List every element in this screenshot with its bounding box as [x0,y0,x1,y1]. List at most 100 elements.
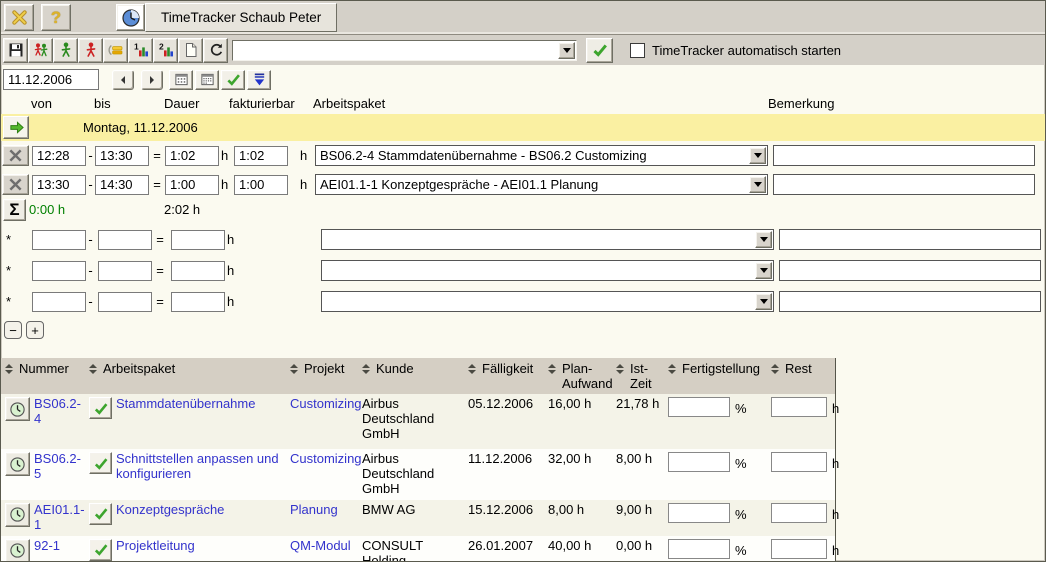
chevron-down-icon[interactable] [558,42,575,59]
prev-day-button[interactable] [112,70,134,90]
expand-day-button[interactable] [247,70,271,90]
dauer-input[interactable] [171,292,225,312]
plan-effort: 16,00 h [548,396,591,411]
task-check-button[interactable] [89,452,112,474]
help-button[interactable]: ? [41,4,71,31]
chevron-down-icon[interactable] [755,231,772,248]
task-check-button[interactable] [89,539,112,561]
bemerkung-input[interactable] [779,291,1041,312]
rest-input[interactable] [771,539,827,559]
timer-start-button[interactable] [53,38,78,63]
project-link[interactable]: Customizing [290,396,362,411]
go-day-button[interactable] [3,116,29,139]
task-number-link[interactable]: BS06.2-5 [34,452,81,482]
sort-icon[interactable] [616,364,624,374]
sort-icon[interactable] [771,364,779,374]
task-name-link[interactable]: Konzeptgespräche [116,503,224,518]
calendar-day-button[interactable] [169,70,193,90]
sort-icon[interactable] [89,364,97,374]
save-button[interactable] [3,38,28,63]
completion-input[interactable] [668,452,730,472]
task-number-link[interactable]: AEI01.1-1 [34,503,85,533]
transfer-icon [108,42,124,58]
completion-input[interactable] [668,503,730,523]
date-input[interactable] [3,69,99,90]
delete-entry-button[interactable] [2,145,29,166]
task-name-link[interactable]: Stammdatenübernahme [116,397,255,412]
task-number-link[interactable]: 92-1 [34,539,60,554]
von-input[interactable] [32,146,86,166]
report-1-button[interactable]: 1 [128,38,153,63]
sort-icon[interactable] [468,364,476,374]
arbeitspaket-combobox[interactable] [321,291,774,312]
calendar-week-button[interactable] [195,70,219,90]
task-number-link[interactable]: BS06.2-4 [34,397,81,427]
task-clock-button[interactable] [5,503,30,527]
arbeitspaket-combobox[interactable]: AEI01.1-1 Konzeptgespräche - AEI01.1 Pla… [315,174,768,195]
task-check-button[interactable] [89,397,112,419]
next-day-button[interactable] [141,70,163,90]
project-link[interactable]: QM-Modul [290,538,351,553]
von-input[interactable] [32,175,86,195]
dauer-input[interactable] [171,230,225,250]
task-clock-button[interactable] [5,397,30,421]
task-name-link[interactable]: Projektleitung [116,539,195,554]
bemerkung-input[interactable] [779,260,1041,281]
sort-icon[interactable] [668,364,676,374]
report-2-button[interactable]: 2 [153,38,178,63]
dauer-input[interactable] [171,261,225,281]
autostart-checkbox[interactable] [630,43,645,58]
completion-input[interactable] [668,539,730,559]
project-link[interactable]: Planung [290,502,338,517]
timer-start-stop-button[interactable] [28,38,53,63]
task-clock-button[interactable] [5,539,30,562]
remove-row-button[interactable]: − [4,321,22,339]
sort-icon[interactable] [548,364,556,374]
arbeitspaket-combobox[interactable] [321,229,774,250]
quick-entry-combobox[interactable] [232,40,577,61]
bis-input[interactable] [95,175,149,195]
timer-stop-button[interactable] [78,38,103,63]
bis-input[interactable] [95,146,149,166]
sort-icon[interactable] [290,364,298,374]
refresh-button[interactable] [203,38,228,63]
confirm-date-button[interactable] [221,70,245,90]
minus-separator: - [86,263,95,278]
von-input[interactable] [32,292,86,312]
add-row-button[interactable]: + [26,321,44,339]
bis-input[interactable] [98,230,152,250]
confirm-button[interactable] [586,38,613,63]
chevron-down-icon[interactable] [749,147,766,164]
chevron-down-icon[interactable] [749,176,766,193]
delete-entry-button[interactable] [2,174,29,195]
bemerkung-input[interactable] [773,145,1035,166]
task-check-button[interactable] [89,503,112,525]
sum-button[interactable]: Σ [3,199,26,221]
arbeitspaket-combobox[interactable]: BS06.2-4 Stammdatenübernahme - BS06.2 Cu… [315,145,768,166]
bis-input[interactable] [98,292,152,312]
task-name-link[interactable]: Schnittstellen anpassen und konfiguriere… [116,452,282,482]
close-button[interactable] [4,4,34,31]
rest-input[interactable] [771,503,827,523]
bemerkung-input[interactable] [779,229,1041,250]
bis-input[interactable] [98,261,152,281]
dauer-input[interactable] [165,175,219,195]
dauer-input[interactable] [165,146,219,166]
sort-icon[interactable] [362,364,370,374]
chevron-down-icon[interactable] [755,293,772,310]
arbeitspaket-combobox[interactable] [321,260,774,281]
rest-input[interactable] [771,452,827,472]
chevron-down-icon[interactable] [755,262,772,279]
sort-icon[interactable] [5,364,13,374]
completion-input[interactable] [668,397,730,417]
task-clock-button[interactable] [5,452,30,476]
fakturierbar-input[interactable] [234,146,288,166]
von-input[interactable] [32,261,86,281]
von-input[interactable] [32,230,86,250]
fakturierbar-input[interactable] [234,175,288,195]
bemerkung-input[interactable] [773,174,1035,195]
project-link[interactable]: Customizing [290,451,362,466]
transfer-button[interactable] [103,38,128,63]
rest-input[interactable] [771,397,827,417]
new-document-button[interactable] [178,38,203,63]
